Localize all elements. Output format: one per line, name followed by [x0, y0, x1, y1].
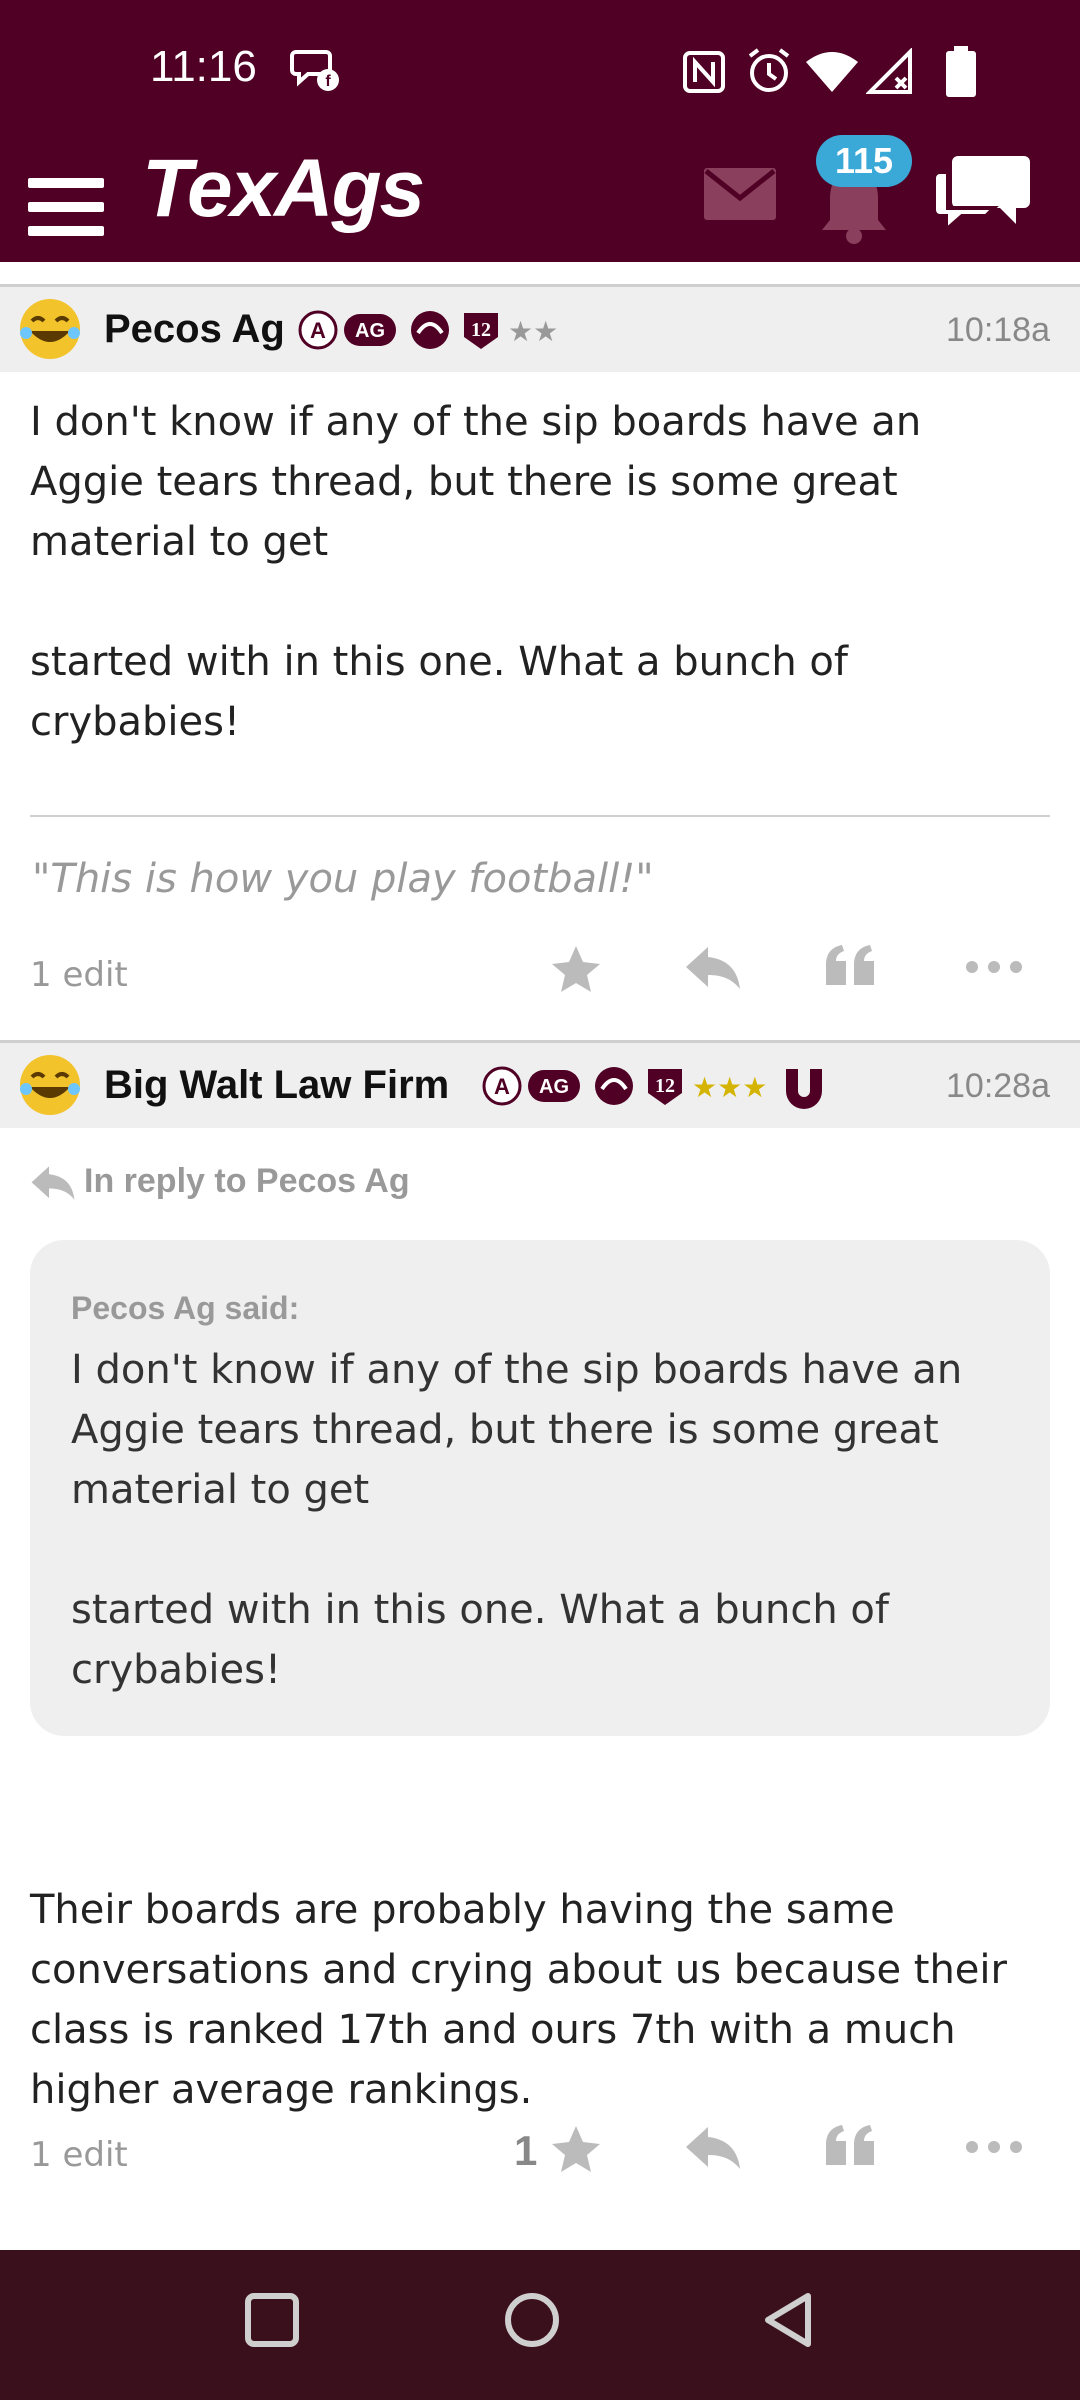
- post-body: I don't know if any of the sip boards ha…: [30, 392, 1040, 752]
- like-count: 1: [514, 2127, 538, 2174]
- recent-apps-icon[interactable]: [244, 2290, 300, 2350]
- app-logo[interactable]: TexAgs: [142, 142, 425, 236]
- status-time: 11:16: [150, 42, 257, 91]
- quote-block: Pecos Ag said: I don't know if any of th…: [30, 1240, 1050, 1736]
- post-header: Pecos Ag A AG 12 ★★ 10:18a: [0, 284, 1080, 372]
- post-body-line: Their boards are probably having the sam…: [30, 1887, 895, 1933]
- quote-line: I don't know if any of the sip boards ha…: [71, 1347, 963, 1393]
- quote-line: [71, 1520, 1021, 1580]
- post-header: Big Walt Law Firm A AG 12 ★★★ 10:28a: [0, 1040, 1080, 1128]
- user-badges: A AG 12 ★★★: [482, 1066, 822, 1109]
- user-badges: A AG 12 ★★: [298, 310, 558, 350]
- post-footer: 1 edit 1: [0, 2115, 1080, 2195]
- svg-text:A: A: [310, 318, 326, 343]
- quote-text: I don't know if any of the sip boards ha…: [71, 1340, 1021, 1700]
- notification-count-badge[interactable]: 115: [816, 135, 912, 187]
- post-body-line: higher average rankings.: [30, 2067, 533, 2113]
- reply-icon: [31, 1166, 75, 1200]
- post-time: 10:18a: [946, 311, 1050, 349]
- chat-bubble-notification-icon: f: [290, 50, 339, 91]
- post-body-line: material to get: [30, 519, 329, 565]
- quote-icon[interactable]: [824, 2123, 876, 2173]
- svg-text:AG: AG: [355, 320, 385, 342]
- quote-line: started with in this one. What a bunch o…: [71, 1587, 889, 1633]
- in-reply-to[interactable]: In reply to Pecos Ag: [30, 1162, 410, 1203]
- back-icon[interactable]: [760, 2290, 816, 2350]
- u-badge-icon: [786, 1069, 822, 1109]
- post-body-line: class is ranked 17th and ours 7th with a…: [30, 2007, 956, 2053]
- battery-icon: [946, 46, 976, 97]
- home-icon[interactable]: [502, 2290, 562, 2350]
- status-bar: 11:16 f: [0, 0, 1080, 140]
- post-time: 10:28a: [946, 1067, 1050, 1105]
- post-signature: "This is how you play football!": [32, 856, 654, 902]
- avatar[interactable]: [16, 1051, 84, 1119]
- quote-line: Aggie tears thread, but there is some gr…: [71, 1407, 939, 1453]
- post-body-line: I don't know if any of the sip boards ha…: [30, 399, 922, 445]
- edit-count[interactable]: 1 edit: [30, 955, 128, 995]
- reply-icon[interactable]: [684, 943, 742, 993]
- mail-icon[interactable]: [704, 168, 776, 220]
- post-author[interactable]: Pecos Ag: [104, 307, 285, 352]
- quote-line: crybabies!: [71, 1647, 281, 1693]
- system-nav-bar: [0, 2250, 1080, 2400]
- user-stars: ★★★: [692, 1071, 767, 1104]
- post-footer: 1 edit: [0, 935, 1080, 1015]
- quote-author: Pecos Ag said:: [71, 1290, 300, 1326]
- menu-icon[interactable]: [28, 160, 108, 236]
- post-body-line: started with in this one. What a bunch o…: [30, 639, 848, 685]
- svg-text:AG: AG: [539, 1076, 569, 1098]
- post-body-line: conversations and crying about us becaus…: [30, 1947, 1007, 1993]
- more-icon[interactable]: [964, 957, 1024, 977]
- quote-line: material to get: [71, 1467, 370, 1513]
- signal-icon: [866, 48, 912, 94]
- wifi-icon: [806, 52, 858, 92]
- svg-text:f: f: [325, 73, 331, 90]
- star-icon[interactable]: [550, 943, 602, 995]
- quote-icon[interactable]: [824, 943, 876, 993]
- more-icon[interactable]: [964, 2137, 1024, 2157]
- signature-divider: [30, 815, 1050, 817]
- star-icon[interactable]: [550, 2123, 602, 2175]
- user-stars: ★★: [508, 315, 558, 348]
- toolbar: TexAgs 115: [0, 135, 1080, 262]
- post-body-line: crybabies!: [30, 699, 240, 745]
- reply-icon[interactable]: [684, 2123, 742, 2173]
- svg-text:A: A: [494, 1074, 510, 1099]
- chat-icon[interactable]: [932, 150, 1036, 240]
- nfc-icon: [683, 51, 725, 93]
- app-bar: 11:16 f TexAgs 115: [0, 0, 1080, 262]
- in-reply-to-label: In reply to Pecos Ag: [84, 1162, 410, 1200]
- edit-count[interactable]: 1 edit: [30, 2135, 128, 2175]
- alarm-icon: [748, 48, 790, 92]
- svg-text:12: 12: [471, 319, 491, 341]
- post-body-line: [30, 572, 1040, 632]
- avatar[interactable]: [16, 295, 84, 363]
- post-body: Their boards are probably having the sam…: [30, 1880, 1040, 2120]
- post-author[interactable]: Big Walt Law Firm: [104, 1063, 449, 1108]
- post-body-line: Aggie tears thread, but there is some gr…: [30, 459, 898, 505]
- svg-text:12: 12: [655, 1075, 675, 1097]
